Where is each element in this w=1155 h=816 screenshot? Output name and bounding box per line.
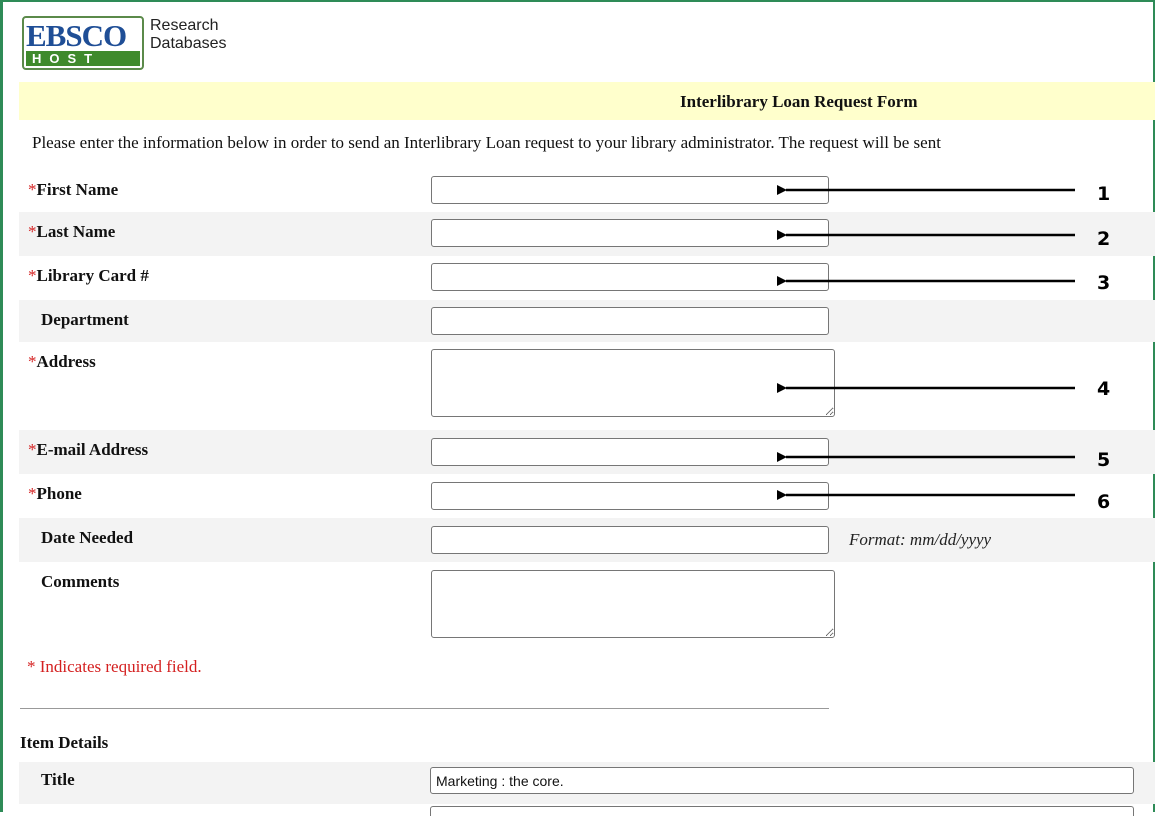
library-card-label: *Library Card # [28, 266, 149, 285]
form-title: Interlibrary Loan Request Form [680, 92, 918, 111]
date-needed-row: Date Needed Format: mm/dd/yyyy [19, 518, 1155, 562]
department-label: Department [41, 310, 129, 329]
date-needed-label: Date Needed [41, 528, 134, 547]
library-card-input[interactable] [431, 263, 829, 291]
logo-caption: Research Databases [150, 16, 227, 53]
phone-label: *Phone [28, 484, 82, 503]
required-marker: * [28, 180, 37, 199]
department-row: Department [19, 300, 1155, 342]
ebscohost-logo: EBSCO HOST Research Databases [22, 16, 227, 74]
address-label: *Address [28, 352, 96, 371]
address-row: *Address [19, 342, 1155, 430]
library-card-row: *Library Card # [19, 256, 1155, 300]
required-marker: * [28, 484, 37, 503]
date-format-hint: Format: mm/dd/yyyy [849, 530, 992, 549]
phone-input[interactable] [431, 482, 829, 510]
first-name-label: *First Name [28, 180, 119, 199]
logo-bottom-text: HOST [26, 51, 140, 66]
annotation-number-6: 6 [1097, 491, 1111, 513]
logo-caption-line2: Databases [150, 35, 227, 52]
required-field-note: * Indicates required field. [27, 657, 202, 676]
first-name-input[interactable] [431, 176, 829, 204]
required-marker: * [28, 222, 37, 241]
required-marker: * [28, 352, 37, 371]
email-label: *E-mail Address [28, 440, 149, 459]
annotation-number-3: 3 [1097, 272, 1111, 294]
email-row: *E-mail Address [19, 430, 1155, 474]
date-needed-input[interactable] [431, 526, 829, 554]
required-marker: * [28, 266, 37, 285]
annotation-number-2: 2 [1097, 228, 1111, 250]
logo-top-text: EBSCO [26, 18, 127, 53]
first-name-row: *First Name [19, 170, 1155, 212]
last-name-row: *Last Name [19, 212, 1155, 256]
next-item-input[interactable] [430, 806, 1134, 816]
phone-row: *Phone [19, 474, 1155, 518]
comments-label: Comments [41, 572, 120, 591]
annotation-number-1: 1 [1097, 183, 1111, 205]
annotation-number-4: 4 [1097, 378, 1111, 400]
form-title-banner: Interlibrary Loan Request Form [19, 82, 1155, 120]
title-label: Title [41, 770, 75, 789]
annotation-number-5: 5 [1097, 449, 1111, 471]
department-input[interactable] [431, 307, 829, 335]
address-textarea[interactable] [431, 349, 835, 417]
last-name-input[interactable] [431, 219, 829, 247]
title-input[interactable] [430, 767, 1134, 794]
comments-textarea[interactable] [431, 570, 835, 638]
item-details-heading: Item Details [20, 733, 109, 752]
section-divider [20, 708, 829, 709]
form-intro-text: Please enter the information below in or… [32, 133, 941, 152]
email-input[interactable] [431, 438, 829, 466]
last-name-label: *Last Name [28, 222, 116, 241]
required-marker: * [28, 440, 37, 459]
logo-caption-line1: Research [150, 17, 219, 34]
comments-row: Comments [19, 562, 1155, 650]
logo-mark: EBSCO HOST [22, 16, 144, 70]
